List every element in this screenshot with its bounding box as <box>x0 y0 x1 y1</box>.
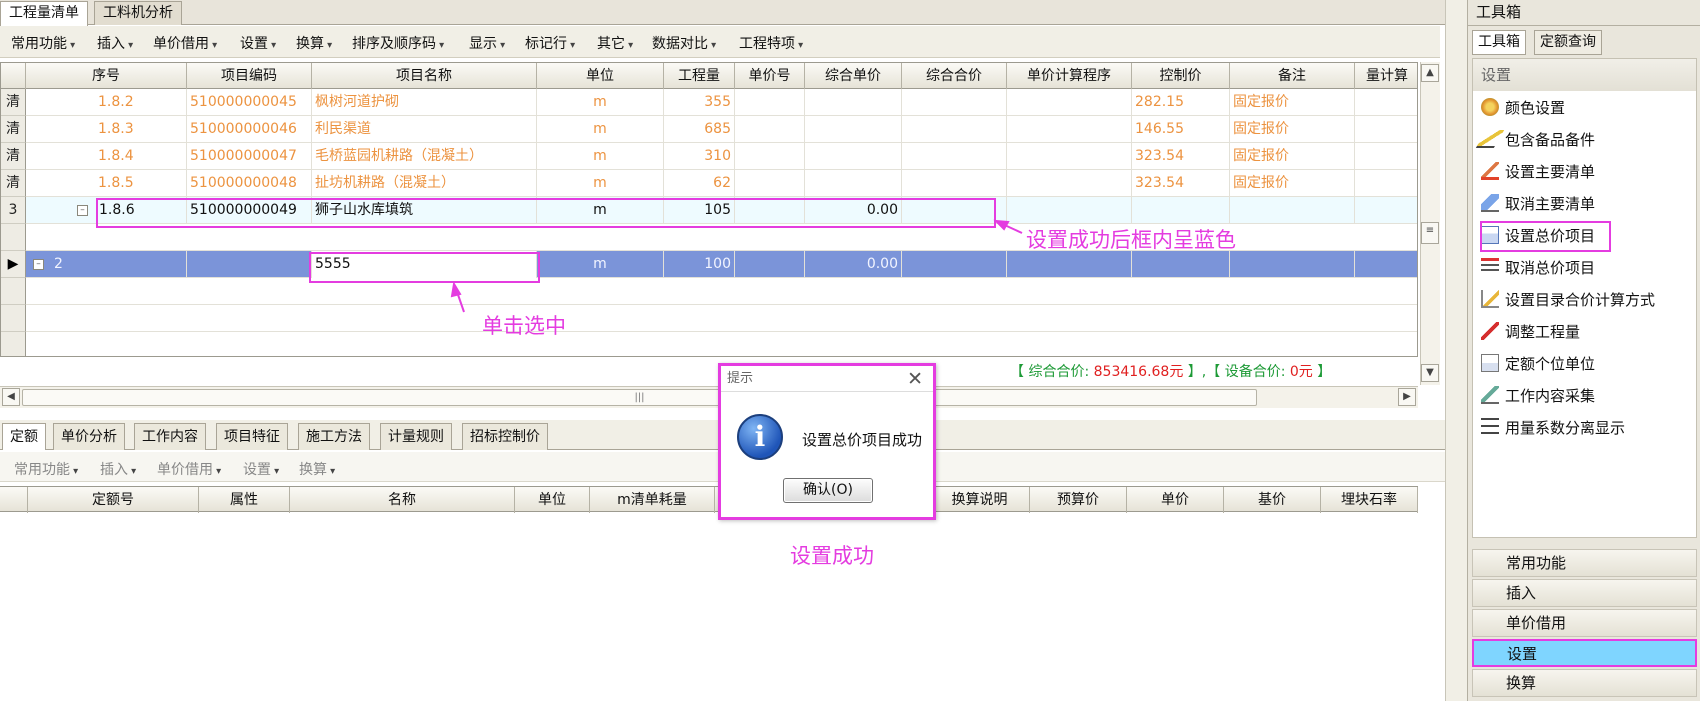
splitter[interactable] <box>1445 0 1467 701</box>
col-consumption[interactable]: m清单耗量 <box>590 487 715 513</box>
annotation-blue-frame: 设置成功后框内呈蓝色 <box>1026 228 1236 252</box>
col-quota-no[interactable]: 定额号 <box>28 487 199 513</box>
tab-quota-query[interactable]: 定额查询 <box>1534 30 1602 55</box>
tool-label: 定额个位单位 <box>1505 355 1596 373</box>
grid-horizontal-scrollbar[interactable]: ◀ ||| ▶ <box>0 386 1418 408</box>
tool-label: 取消主要清单 <box>1505 195 1596 213</box>
tool-label: 用量系数分离显示 <box>1505 419 1626 437</box>
toolbox-panel: 工具箱 工具箱 定额查询 设置 颜色设置 包含备品备件 设置主要清单 取消主要清… <box>1467 0 1700 701</box>
toolbox-section-header: 设置 <box>1473 59 1696 91</box>
summary-equipment-value: 0元 <box>1289 364 1313 380</box>
summary-prefix: 【 综合合价: <box>1010 364 1094 380</box>
col-name[interactable]: 名称 <box>290 487 515 513</box>
tab-unit-analysis[interactable]: 单价分析 <box>53 423 125 450</box>
col-unit-price[interactable]: 单价 <box>1127 487 1224 513</box>
close-icon[interactable]: ✕ <box>907 368 923 390</box>
tab-item-features[interactable]: 项目特征 <box>216 423 288 450</box>
dialog-title: 提示 <box>721 366 933 392</box>
tool-label: 颜色设置 <box>1505 99 1566 117</box>
catalog-icon <box>1481 290 1499 308</box>
col-conversion-note[interactable]: 换算说明 <box>930 487 1030 513</box>
toolbox-title: 工具箱 <box>1468 0 1700 26</box>
summary-text: 【 综合合价: 853416.68元 】,【 设备合价: 0元 】 <box>1010 361 1331 381</box>
annotation-click-select: 单击选中 <box>482 314 566 338</box>
category-price-borrow[interactable]: 单价借用 <box>1472 609 1697 637</box>
scroll-down-icon[interactable]: ▼ <box>1421 364 1439 382</box>
tool-work-content-collect[interactable]: 工作内容采集 <box>1481 383 1595 409</box>
tool-cancel-main-bill[interactable]: 取消主要清单 <box>1481 191 1595 217</box>
eraser-icon <box>1481 194 1499 212</box>
category-common[interactable]: 常用功能 <box>1472 549 1697 577</box>
col-stone-rate[interactable]: 埋块石率 <box>1321 487 1418 513</box>
bottom-toolbar-price-borrow[interactable]: 单价借用 <box>157 459 221 479</box>
tool-label: 工作内容采集 <box>1505 387 1596 405</box>
grid-vertical-scrollbar[interactable]: ▲ ≡ ▼ <box>1420 62 1440 385</box>
tab-quota[interactable]: 定额 <box>2 423 46 450</box>
tool-color-settings[interactable]: 颜色设置 <box>1481 95 1565 121</box>
brush-icon <box>1481 162 1499 180</box>
bottom-toolbar-insert[interactable]: 插入 <box>100 459 136 479</box>
summary-suffix: 】 <box>1312 364 1332 380</box>
tool-adjust-quantity[interactable]: 调整工程量 <box>1481 319 1580 345</box>
summary-mid: 】,【 设备合价: <box>1183 364 1290 380</box>
scroll-thumb[interactable]: ||| <box>22 389 1257 406</box>
highlight-frame-tool <box>1480 221 1611 252</box>
header-corner <box>0 487 28 513</box>
bottom-toolbar-convert[interactable]: 换算 <box>299 459 335 479</box>
col-attribute[interactable]: 属性 <box>199 487 290 513</box>
red-pen-icon <box>1481 322 1499 340</box>
tool-set-main-bill[interactable]: 设置主要清单 <box>1481 159 1595 185</box>
dialog-message: 设置总价项目成功 <box>802 431 923 449</box>
tool-cancel-total-price-item[interactable]: 取消总价项目 <box>1481 255 1595 281</box>
tab-measurement-rules[interactable]: 计量规则 <box>380 423 452 450</box>
tab-toolbox[interactable]: 工具箱 <box>1472 30 1526 55</box>
table-cancel-icon <box>1481 258 1499 276</box>
col-unit[interactable]: 单位 <box>515 487 590 513</box>
category-insert[interactable]: 插入 <box>1472 579 1697 607</box>
tool-label: 设置目录合价计算方式 <box>1505 291 1656 309</box>
sort-lines-icon <box>1481 418 1499 436</box>
unit-icon <box>1481 354 1499 372</box>
scroll-thumb[interactable]: ≡ <box>1421 222 1439 244</box>
tool-label: 包含备品备件 <box>1505 131 1596 149</box>
tool-quota-unit[interactable]: 定额个位单位 <box>1481 351 1595 377</box>
confirm-button[interactable]: 确认(O) <box>783 478 873 503</box>
scroll-right-icon[interactable]: ▶ <box>1398 388 1416 406</box>
tool-set-catalog-calc-mode[interactable]: 设置目录合价计算方式 <box>1481 287 1655 313</box>
col-base-price[interactable]: 基价 <box>1224 487 1321 513</box>
annotation-success: 设置成功 <box>790 544 874 568</box>
scroll-left-icon[interactable]: ◀ <box>2 388 20 406</box>
tool-coefficient-separate[interactable]: 用量系数分离显示 <box>1481 415 1625 441</box>
bottom-toolbar-settings[interactable]: 设置 <box>243 459 279 479</box>
summary-total-value: 853416.68元 <box>1093 364 1184 380</box>
palette-icon <box>1481 98 1499 116</box>
category-convert[interactable]: 换算 <box>1472 669 1697 697</box>
bottom-toolbar-common[interactable]: 常用功能 <box>14 459 78 479</box>
collect-icon <box>1481 386 1499 404</box>
tool-include-spare-parts[interactable]: 包含备品备件 <box>1475 127 1596 153</box>
quota-grid-header: 定额号 属性 名称 单位 m清单耗量 换算说明 预算价 单价 基价 埋块石率 <box>0 486 1418 513</box>
tab-bid-control-price[interactable]: 招标控制价 <box>462 423 548 450</box>
tool-label: 取消总价项目 <box>1505 259 1596 277</box>
col-budget-price[interactable]: 预算价 <box>1030 487 1127 513</box>
tool-label: 设置主要清单 <box>1505 163 1596 181</box>
success-dialog: 提示 ✕ i 设置总价项目成功 确认(O) <box>718 363 936 520</box>
tab-construction-method[interactable]: 施工方法 <box>298 423 370 450</box>
category-settings[interactable]: 设置 <box>1472 639 1697 667</box>
tool-label: 调整工程量 <box>1505 323 1581 341</box>
scroll-up-icon[interactable]: ▲ <box>1421 64 1439 82</box>
info-icon: i <box>737 414 783 460</box>
toolbox-settings-panel: 设置 颜色设置 包含备品备件 设置主要清单 取消主要清单 设置总价项目 取消总价… <box>1472 58 1697 538</box>
tab-work-content[interactable]: 工作内容 <box>134 423 206 450</box>
pencil-icon <box>1475 130 1505 148</box>
